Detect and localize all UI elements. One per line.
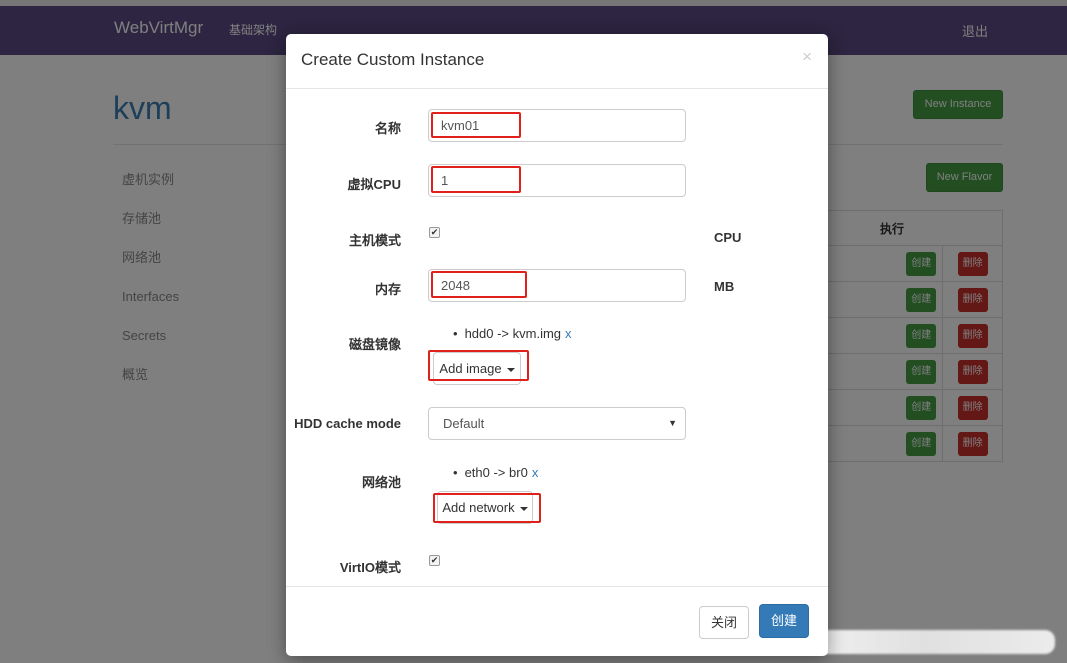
caret-down-icon	[506, 367, 515, 372]
vcpu-field[interactable]	[428, 164, 686, 197]
name-field[interactable]	[428, 109, 686, 142]
cache-mode-select[interactable]: Default ▼	[428, 407, 686, 440]
host-mode-label: 主机模式	[348, 233, 401, 248]
add-network-label: Add network	[442, 500, 515, 515]
network-text: eth0 -> br0	[464, 465, 528, 480]
cache-mode-label: HDD cache mode	[294, 416, 401, 431]
dropdown-arrow-icon: ▼	[668, 418, 677, 428]
virtio-checkbox[interactable]: ✔	[429, 555, 440, 566]
close-icon[interactable]: ×	[802, 47, 812, 67]
disk-image-label: 磁盘镜像	[348, 337, 401, 352]
modal-footer-divider	[286, 586, 828, 587]
memory-unit-label: MB	[714, 279, 735, 294]
add-image-button[interactable]: Add image	[433, 352, 521, 385]
modal-header-divider	[286, 88, 828, 89]
memory-field[interactable]	[428, 269, 686, 302]
create-instance-modal: Create Custom Instance × 名称 虚拟CPU 主机模式 ✔…	[286, 34, 828, 656]
virtio-label: VirtIO模式	[339, 560, 401, 575]
remove-network-link[interactable]: x	[532, 465, 539, 480]
remove-disk-link[interactable]: x	[565, 326, 572, 341]
network-label: 网络池	[361, 475, 401, 490]
host-mode-checkbox[interactable]: ✔	[429, 227, 440, 238]
create-button[interactable]: 创建	[759, 604, 809, 638]
cpu-unit-label: CPU	[714, 230, 742, 245]
add-image-label: Add image	[439, 361, 502, 376]
modal-title: Create Custom Instance	[301, 50, 485, 69]
name-label: 名称	[374, 121, 401, 136]
disk-image-text: hdd0 -> kvm.img	[464, 326, 562, 341]
vcpu-label: 虚拟CPU	[347, 177, 401, 192]
disk-image-item: • hdd0 -> kvm.img x	[453, 326, 572, 341]
add-network-button[interactable]: Add network	[437, 491, 533, 524]
memory-label: 内存	[374, 282, 401, 297]
network-item: • eth0 -> br0 x	[453, 465, 539, 480]
watermark-blur	[795, 630, 1055, 654]
cache-mode-value: Default	[443, 416, 485, 431]
caret-down-icon	[519, 506, 528, 511]
close-button[interactable]: 关闭	[699, 606, 749, 639]
